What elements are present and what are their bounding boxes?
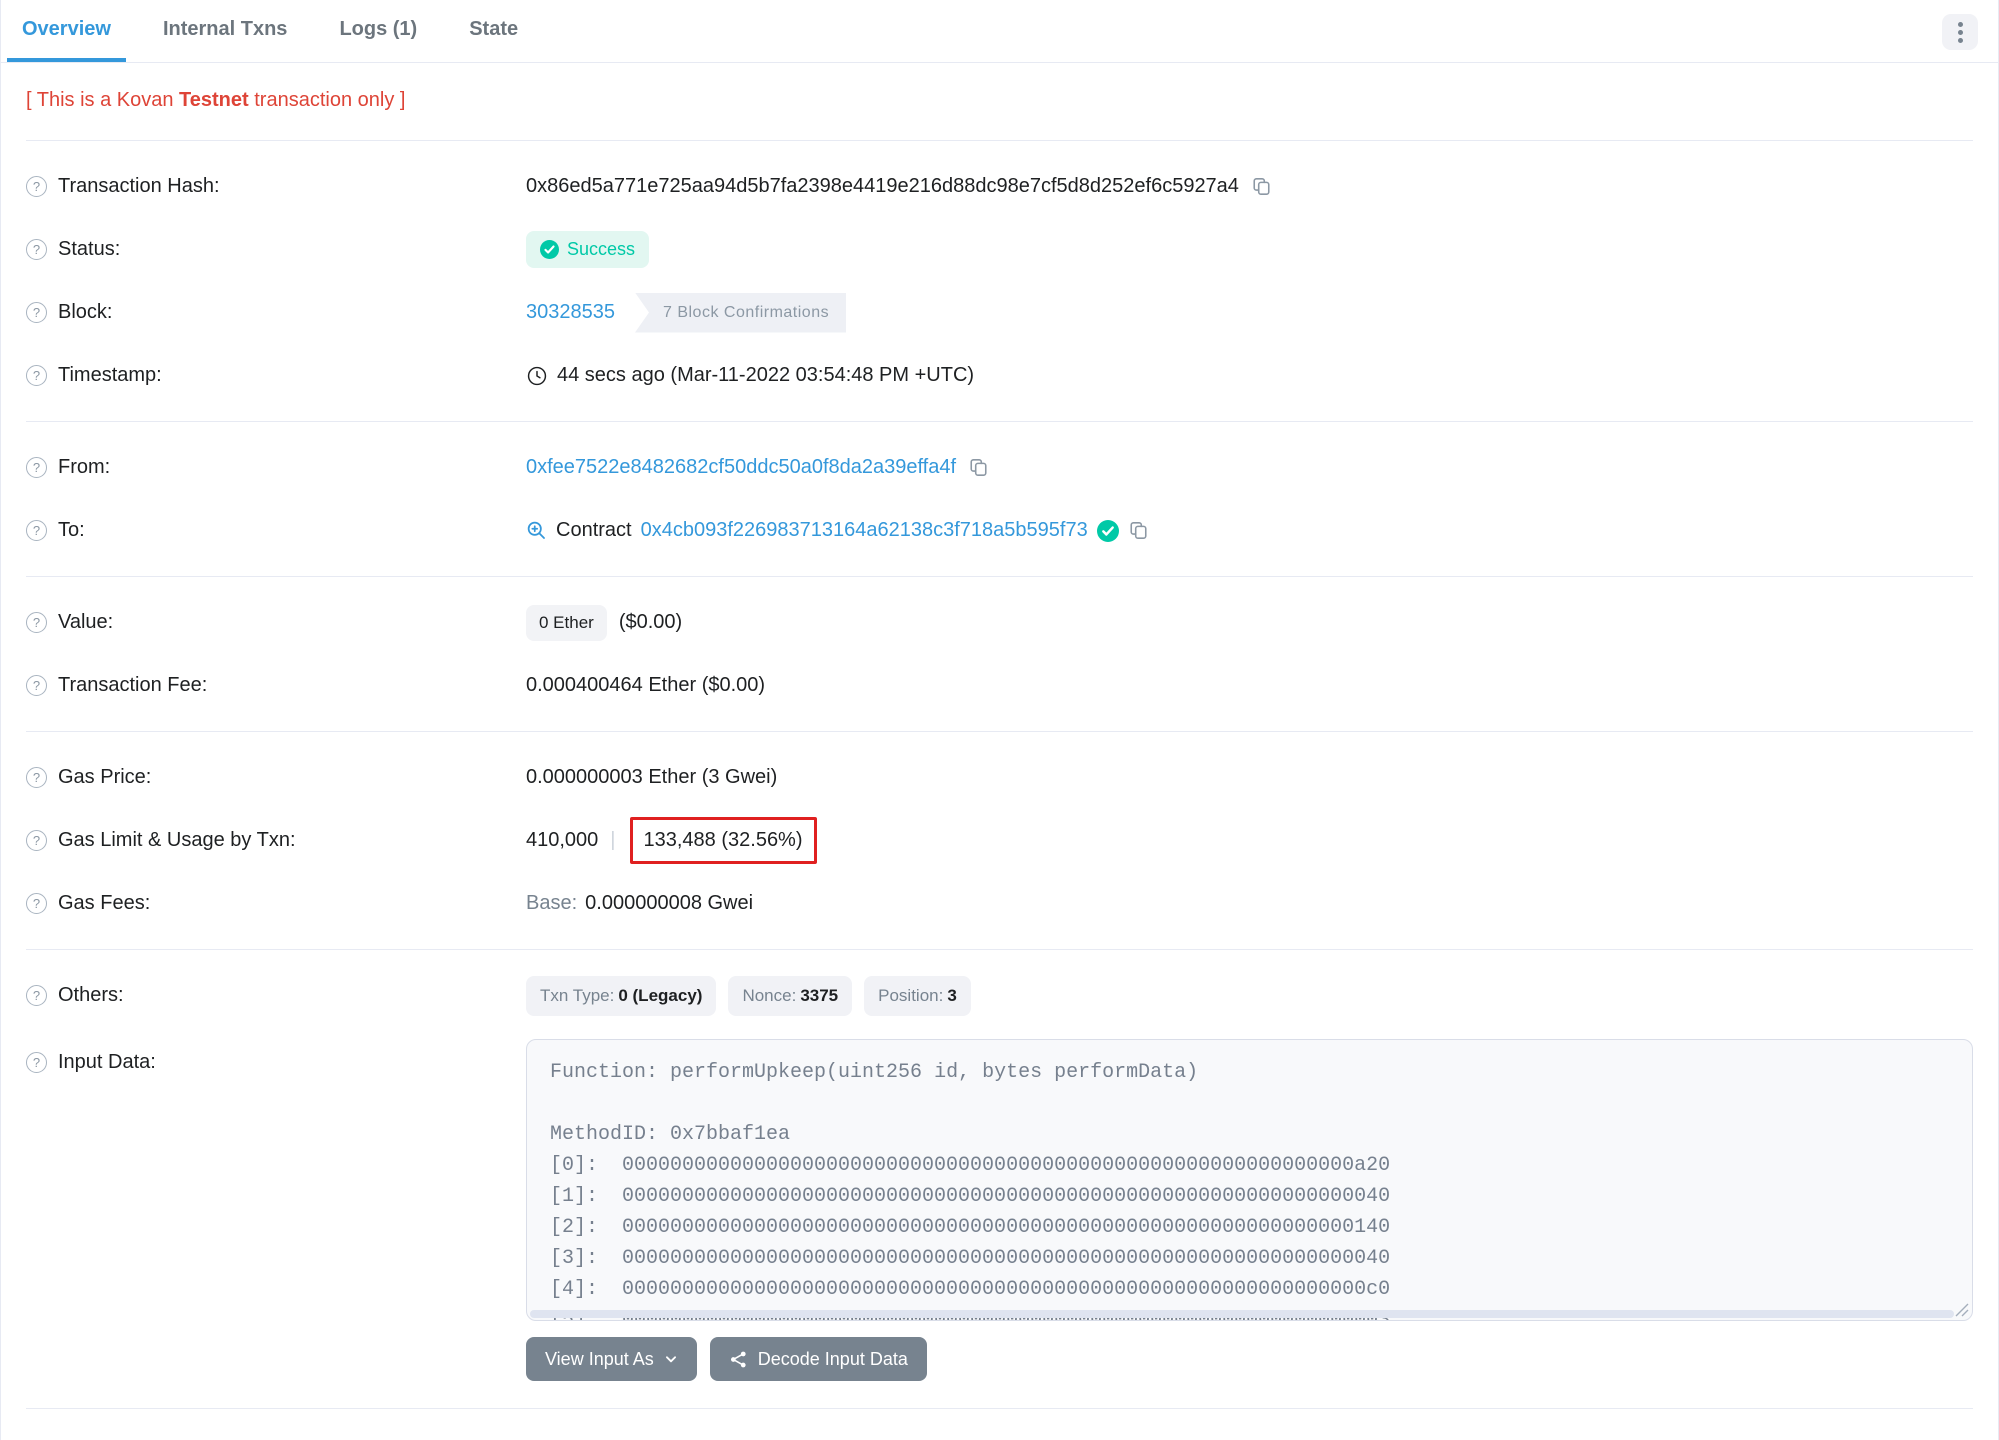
block-number-link[interactable]: 30328535: [526, 301, 615, 324]
row-label: From:: [58, 456, 111, 478]
row-input-data: ? Input Data: Function: performUpkeep(ui…: [26, 1039, 1973, 1381]
section-gas: ? Gas Price: 0.000000003 Ether (3 Gwei) …: [26, 732, 1973, 950]
help-icon[interactable]: ?: [26, 612, 47, 633]
decode-icon: [730, 1351, 746, 1367]
help-icon[interactable]: ?: [26, 365, 47, 386]
copy-icon: [1253, 178, 1270, 195]
tab-state[interactable]: State: [454, 0, 533, 62]
row-label: Gas Fees:: [58, 892, 151, 914]
row-status: ? Status: Success: [26, 218, 1973, 281]
gas-fees-base-label: Base:: [526, 892, 578, 914]
transaction-details-card: Overview Internal Txns Logs (1) State [ …: [0, 0, 1999, 1440]
help-icon[interactable]: ?: [26, 1052, 47, 1073]
timestamp-value: 44 secs ago (Mar-11-2022 03:54:48 PM +UT…: [557, 364, 975, 386]
value-amount-badge: 0 Ether: [526, 604, 607, 641]
tab-overview[interactable]: Overview: [7, 0, 126, 62]
row-block: ? Block: 30328535 7 Block Confirmations: [26, 281, 1973, 344]
row-gas-limit-usage: ? Gas Limit & Usage by Txn: 410,000 | 13…: [26, 809, 1973, 872]
input-param-row: [0]: 000000000000000000000000000000000000…: [550, 1154, 1391, 1177]
input-param-row: [4]: 000000000000000000000000000000000000…: [550, 1278, 1391, 1301]
block-confirmations-badge: 7 Block Confirmations: [634, 292, 847, 333]
help-icon[interactable]: ?: [26, 830, 47, 851]
help-icon[interactable]: ?: [26, 176, 47, 197]
help-icon[interactable]: ?: [26, 239, 47, 260]
input-param-row: [1]: 000000000000000000000000000000000000…: [550, 1185, 1391, 1208]
status-badge: Success: [526, 231, 650, 268]
tab-bar: Overview Internal Txns Logs (1) State: [1, 0, 1998, 63]
input-param-row: [2]: 000000000000000000000000000000000000…: [550, 1216, 1391, 1239]
row-label: Block:: [58, 301, 113, 323]
help-icon[interactable]: ?: [26, 302, 47, 323]
zoom-in-icon[interactable]: [526, 520, 547, 541]
gas-usage-value: 133,488 (32.56%): [643, 829, 803, 851]
tab-internal-txns[interactable]: Internal Txns: [148, 0, 302, 62]
input-param-row: [3]: 000000000000000000000000000000000000…: [550, 1247, 1391, 1270]
row-label: Timestamp:: [58, 364, 162, 386]
row-transaction-hash: ? Transaction Hash: 0x86ed5a771e725aa94d…: [26, 155, 1973, 218]
row-label: Value:: [58, 611, 114, 633]
help-icon[interactable]: ?: [26, 893, 47, 914]
contract-word: Contract: [556, 519, 632, 541]
transaction-hash-value: 0x86ed5a771e725aa94d5b7fa2398e4419e216d8…: [526, 175, 1239, 197]
copy-from-button[interactable]: [968, 457, 989, 478]
help-icon[interactable]: ?: [26, 767, 47, 788]
clock-icon: [527, 366, 547, 385]
view-input-as-button[interactable]: View Input As: [526, 1337, 697, 1381]
copy-hash-button[interactable]: [1251, 176, 1272, 197]
input-data-box[interactable]: Function: performUpkeep(uint256 id, byte…: [526, 1039, 1973, 1321]
gas-usage-highlight-box: 133,488 (32.56%): [629, 817, 817, 864]
section-others-input: ? Others: Txn Type: 0 (Legacy) Nonce: 3375…: [26, 950, 1973, 1409]
row-label: Transaction Fee:: [58, 674, 208, 696]
row-from: ? From: 0xfee7522e8482682cf50ddc50a0f8da…: [26, 436, 1973, 499]
from-address-link[interactable]: 0xfee7522e8482682cf50ddc50a0f8da2a39effa…: [526, 456, 956, 479]
resize-grip-icon[interactable]: [1955, 1303, 1969, 1317]
row-value: ? Value: 0 Ether ($0.00): [26, 591, 1973, 654]
decode-input-data-button[interactable]: Decode Input Data: [709, 1337, 927, 1381]
section-value: ? Value: 0 Ether ($0.00) ? Transaction F…: [26, 577, 1973, 732]
row-others: ? Others: Txn Type: 0 (Legacy) Nonce: 3375…: [26, 964, 1973, 1027]
gas-fees-base-value: 0.000000008 Gwei: [585, 892, 754, 914]
row-label: To:: [58, 519, 85, 541]
gas-limit-value: 410,000: [526, 829, 599, 851]
gas-price-value: 0.000000003 Ether (3 Gwei): [526, 766, 778, 788]
success-check-icon: [540, 240, 559, 259]
row-label: Status:: [58, 238, 121, 260]
transaction-fee-value: 0.000400464 Ether ($0.00): [526, 674, 766, 696]
row-label: Transaction Hash:: [58, 175, 220, 197]
position-badge: Position: 3: [864, 975, 971, 1016]
row-to: ? To: Contract 0x4cb093f226983713164a621…: [26, 499, 1973, 562]
copy-icon: [970, 459, 987, 476]
row-gas-fees: ? Gas Fees: Base: 0.000000008 Gwei: [26, 872, 1973, 935]
input-function-line: Function: performUpkeep(uint256 id, byte…: [550, 1061, 1199, 1084]
section-overview-top: ? Transaction Hash: 0x86ed5a771e725aa94d…: [26, 141, 1973, 422]
verified-check-icon: [1096, 519, 1119, 542]
horizontal-scrollbar[interactable]: [530, 1310, 1954, 1318]
chevron-down-icon: [665, 1356, 676, 1363]
help-icon[interactable]: ?: [26, 520, 47, 541]
tab-logs[interactable]: Logs (1): [324, 0, 432, 62]
txn-type-badge: Txn Type: 0 (Legacy): [526, 975, 717, 1016]
to-address-link[interactable]: 0x4cb093f226983713164a62138c3f718a5b595f…: [641, 519, 1088, 542]
more-options-button[interactable]: [1942, 14, 1978, 50]
section-addresses: ? From: 0xfee7522e8482682cf50ddc50a0f8da…: [26, 422, 1973, 577]
row-gas-price: ? Gas Price: 0.000000003 Ether (3 Gwei): [26, 746, 1973, 809]
row-label: Input Data:: [58, 1051, 156, 1073]
row-transaction-fee: ? Transaction Fee: 0.000400464 Ether ($0…: [26, 654, 1973, 717]
row-label: Others:: [58, 984, 124, 1006]
nonce-badge: Nonce: 3375: [728, 975, 853, 1016]
testnet-warning: [ This is a Kovan Testnet transaction on…: [26, 63, 1973, 141]
kebab-menu-icon: [1957, 21, 1963, 27]
help-icon[interactable]: ?: [26, 985, 47, 1006]
row-timestamp: ? Timestamp: 44 secs ago (Mar-11-2022 03…: [26, 344, 1973, 407]
copy-icon: [1130, 522, 1147, 539]
input-methodid-line: MethodID: 0x7bbaf1ea: [550, 1123, 791, 1146]
gas-separator: |: [610, 829, 616, 851]
row-label: Gas Limit & Usage by Txn:: [58, 829, 296, 851]
copy-to-button[interactable]: [1128, 520, 1149, 541]
value-usd: ($0.00): [618, 611, 683, 633]
row-label: Gas Price:: [58, 766, 152, 788]
help-icon[interactable]: ?: [26, 675, 47, 696]
help-icon[interactable]: ?: [26, 457, 47, 478]
